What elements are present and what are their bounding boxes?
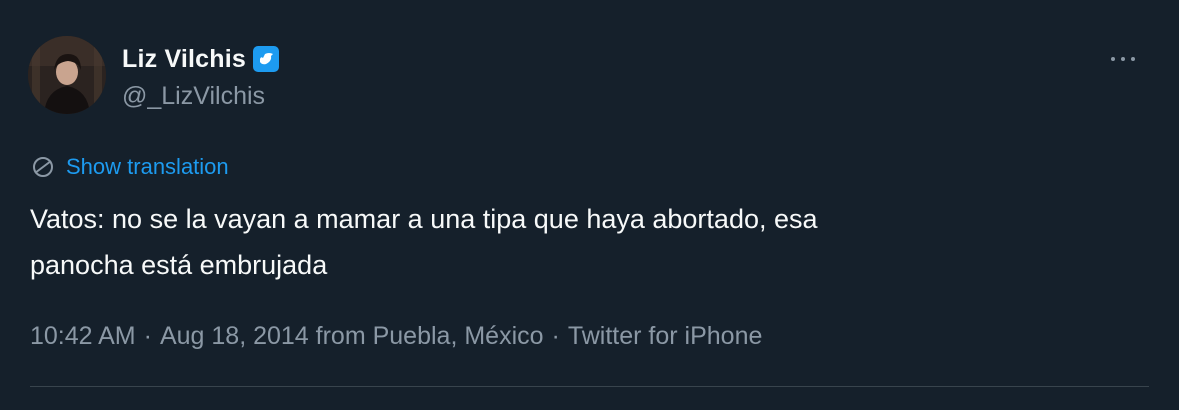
author-display-name[interactable]: Liz Vilchis <box>122 45 246 74</box>
tweet-date-location[interactable]: Aug 18, 2014 from Puebla, México <box>160 322 544 351</box>
tweet-source[interactable]: Twitter for iPhone <box>568 322 763 351</box>
verified-badge-icon <box>252 45 280 73</box>
meta-separator: · <box>551 322 560 350</box>
avatar-image <box>28 36 106 114</box>
tweet-card: Liz Vilchis @_LizVilchis Show translatio… <box>0 0 1179 410</box>
more-options-icon-dot <box>1121 57 1125 61</box>
tweet-metadata: 10:42 AM · Aug 18, 2014 from Puebla, Méx… <box>30 322 762 351</box>
divider <box>30 386 1149 387</box>
more-options-icon-dot <box>1131 57 1135 61</box>
show-translation-label[interactable]: Show translation <box>66 154 229 180</box>
show-translation-button[interactable]: Show translation <box>30 152 229 182</box>
author-name-row: Liz Vilchis <box>122 42 280 76</box>
tweet-text: Vatos: no se la vayan a mamar a una tipa… <box>30 204 818 280</box>
translate-globe-icon <box>30 154 56 180</box>
author-handle[interactable]: @_LizVilchis <box>122 82 265 111</box>
more-options-button[interactable] <box>1103 44 1143 74</box>
avatar[interactable] <box>28 36 106 114</box>
more-options-icon <box>1111 57 1115 61</box>
meta-separator: · <box>143 322 152 350</box>
tweet-time[interactable]: 10:42 AM <box>30 322 136 351</box>
